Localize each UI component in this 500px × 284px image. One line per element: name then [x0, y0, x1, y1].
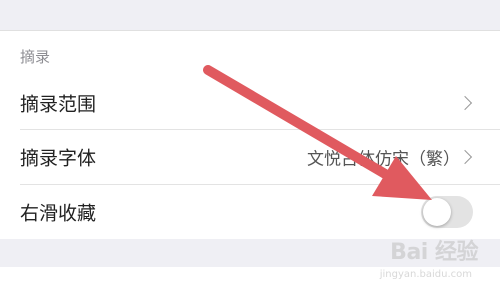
- watermark-logo: Bai 经验: [390, 240, 478, 265]
- row-label-excerpt-range: 摘录范围: [20, 93, 97, 116]
- chevron-right-icon: [457, 149, 473, 165]
- row-excerpt-font[interactable]: 摘录字体 文悦古体仿宋（繁）: [0, 130, 500, 184]
- row-value-excerpt-font: 文悦古体仿宋（繁）: [307, 149, 460, 170]
- row-label-swipe-favorite: 右滑收藏: [20, 202, 97, 225]
- row-swipe-favorite: 右滑收藏: [0, 185, 500, 239]
- toggle-knob: [423, 198, 451, 226]
- chevron-right-icon: [457, 95, 473, 111]
- swipe-favorite-toggle[interactable]: [421, 196, 473, 228]
- section-header: 摘录: [20, 48, 51, 66]
- top-band: [0, 0, 500, 31]
- row-excerpt-range[interactable]: 摘录范围: [0, 76, 500, 130]
- watermark-url: jingyan.baidu.com: [379, 269, 472, 280]
- excerpt-settings-section: 摘录 摘录范围 摘录字体 文悦古体仿宋（繁） 右滑收藏: [0, 31, 500, 239]
- row-label-excerpt-font: 摘录字体: [20, 147, 97, 170]
